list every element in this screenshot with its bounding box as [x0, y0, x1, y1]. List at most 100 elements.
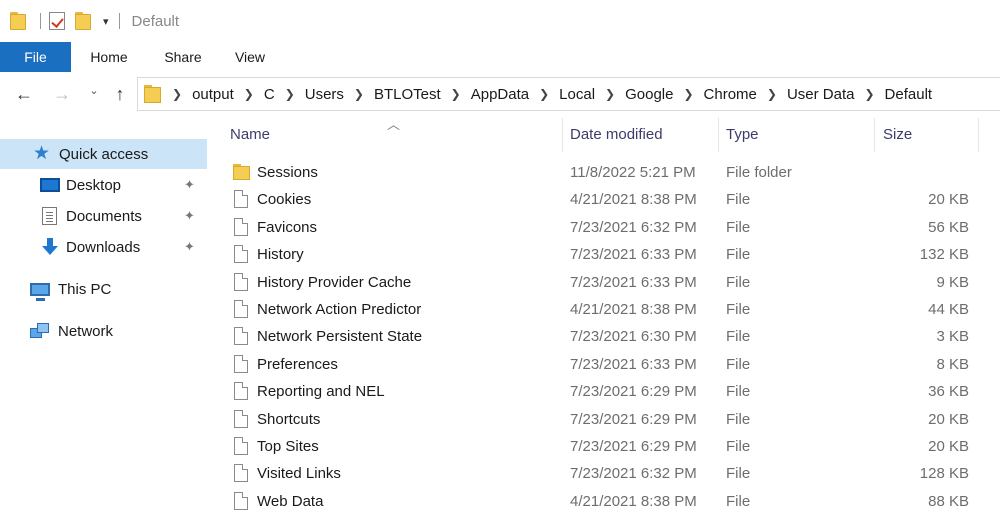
breadcrumb-default[interactable]: Default — [885, 86, 933, 103]
file-size: 3 KB — [936, 328, 969, 346]
sidebar-item-label: Documents — [66, 207, 142, 225]
file-row[interactable]: Web Data 4/21/2021 8:38 PM File 88 KB — [207, 488, 1000, 515]
file-row[interactable]: Preferences 7/23/2021 6:33 PM File 8 KB — [207, 351, 1000, 378]
forward-arrow-icon[interactable]: → — [48, 84, 76, 105]
column-header-date-modified[interactable]: Date modified — [570, 116, 715, 152]
file-row[interactable]: Visited Links 7/23/2021 6:32 PM File 128 KB — [207, 460, 1000, 487]
sidebar-item-quick-access[interactable]: Quick access — [0, 139, 207, 169]
computer-icon — [30, 282, 50, 301]
file-size: 20 KB — [928, 191, 969, 209]
pin-icon[interactable]: ✦ — [184, 177, 195, 193]
breadcrumb-users[interactable]: Users — [305, 86, 344, 103]
file-size — [883, 159, 969, 186]
file-type: File — [726, 465, 751, 483]
file-icon — [232, 186, 250, 213]
file-date-modified: 4/21/2021 8:38 PM — [570, 301, 697, 318]
breadcrumb-appdata[interactable]: AppData — [471, 86, 529, 103]
file-row[interactable]: History Provider Cache 7/23/2021 6:33 PM F… — [207, 269, 1000, 296]
file-icon — [232, 460, 250, 487]
sidebar-item-network[interactable]: Network — [0, 316, 207, 346]
file-size: 20 KB — [928, 438, 969, 455]
address-bar[interactable]: ❯ output ❯ C ❯ Users ❯ BTLOTest ❯ AppDat… — [137, 77, 1000, 111]
breadcrumb-c[interactable]: C — [264, 86, 275, 103]
column-divider[interactable] — [978, 118, 979, 152]
new-folder-icon[interactable] — [75, 12, 93, 30]
file-date-modified: 7/23/2021 6:32 PM — [570, 218, 697, 236]
breadcrumb-chevron-icon[interactable]: ❯ — [539, 87, 549, 101]
ribbon-tabs: File Home Share View — [0, 42, 1000, 72]
tab-share[interactable]: Share — [147, 42, 219, 72]
window-title: Default — [131, 12, 180, 30]
pin-icon[interactable]: ✦ — [184, 239, 195, 255]
file-row[interactable]: Network Action Predictor 4/21/2021 8:38 P… — [207, 296, 1000, 323]
file-icon — [232, 296, 250, 323]
column-header-size[interactable]: Size — [883, 116, 978, 152]
file-icon — [232, 406, 250, 433]
sidebar-item-desktop[interactable]: Desktop ✦ — [0, 170, 207, 200]
customize-toolbar-dropdown-icon[interactable]: ▾ — [103, 15, 109, 28]
pin-icon[interactable]: ✦ — [184, 208, 195, 224]
breadcrumb-chevron-icon[interactable]: ❯ — [683, 87, 693, 101]
file-date-modified: 7/23/2021 6:33 PM — [570, 355, 697, 373]
file-type: File — [726, 355, 751, 373]
file-size: 56 KB — [928, 218, 969, 236]
recent-locations-chevron-icon[interactable]: ⌄ — [86, 84, 102, 97]
file-type: File — [726, 438, 751, 455]
file-row[interactable]: Network Persistent State 7/23/2021 6:30 P… — [207, 323, 1000, 350]
navigation-pane: Quick access Desktop ✦ Documents ✦ Downl… — [0, 116, 207, 526]
tab-home[interactable]: Home — [71, 42, 147, 72]
navigation-bar: ← → ⌄ ↑ ❯ output ❯ C ❯ Users ❯ BTLOTest … — [0, 72, 1000, 116]
breadcrumb-chevron-icon[interactable]: ❯ — [605, 87, 615, 101]
breadcrumb-user-data[interactable]: User Data — [787, 86, 855, 103]
file-name: Cookies — [257, 191, 312, 209]
breadcrumb-chevron-icon[interactable]: ❯ — [172, 87, 182, 101]
folder-icon — [232, 159, 250, 186]
breadcrumb-chevron-icon[interactable]: ❯ — [285, 87, 295, 101]
sidebar-item-documents[interactable]: Documents ✦ — [0, 201, 207, 231]
file-icon — [232, 323, 250, 350]
file-name: History — [257, 246, 304, 264]
file-row[interactable]: History 7/23/2021 6:33 PM File 132 KB — [207, 241, 1000, 268]
file-type: File — [726, 301, 751, 318]
breadcrumb-chevron-icon[interactable]: ❯ — [354, 87, 364, 101]
file-row[interactable]: Favicons 7/23/2021 6:32 PM File 56 KB — [207, 214, 1000, 241]
file-name: Web Data — [257, 492, 324, 510]
file-row[interactable]: Sessions 11/8/2022 5:21 PM File folder — [207, 159, 1000, 186]
column-divider[interactable] — [874, 118, 875, 152]
breadcrumb-output[interactable]: output — [192, 86, 234, 103]
folder-icon[interactable] — [10, 12, 28, 30]
download-arrow-icon — [40, 238, 60, 256]
breadcrumb-btlotest[interactable]: BTLOTest — [374, 86, 441, 103]
file-size: 44 KB — [928, 301, 969, 318]
column-header-name[interactable]: Name — [230, 116, 560, 152]
breadcrumb-chevron-icon[interactable]: ❯ — [244, 87, 254, 101]
sidebar-item-downloads[interactable]: Downloads ✦ — [0, 232, 207, 262]
file-size: 20 KB — [928, 410, 969, 428]
column-divider[interactable] — [562, 118, 563, 152]
back-arrow-icon[interactable]: ← — [10, 84, 38, 105]
tab-file[interactable]: File — [0, 42, 71, 72]
breadcrumb-local[interactable]: Local — [559, 86, 595, 103]
column-header-type[interactable]: Type — [726, 116, 871, 152]
file-date-modified: 7/23/2021 6:30 PM — [570, 328, 697, 346]
file-date-modified: 11/8/2022 5:21 PM — [570, 164, 696, 181]
column-divider[interactable] — [718, 118, 719, 152]
sidebar-item-this-pc[interactable]: This PC — [0, 274, 207, 304]
breadcrumb-google[interactable]: Google — [625, 86, 673, 103]
breadcrumb-chevron-icon[interactable]: ❯ — [767, 87, 777, 101]
documents-icon — [42, 207, 57, 225]
file-icon — [232, 269, 250, 296]
up-arrow-icon[interactable]: ↑ — [106, 84, 134, 105]
breadcrumb-chevron-icon[interactable]: ❯ — [864, 87, 874, 101]
file-row[interactable]: Shortcuts 7/23/2021 6:29 PM File 20 KB — [207, 406, 1000, 433]
breadcrumb-chevron-icon[interactable]: ❯ — [451, 87, 461, 101]
file-date-modified: 4/21/2021 8:38 PM — [570, 492, 697, 510]
breadcrumb-chrome[interactable]: Chrome — [704, 86, 757, 103]
file-row[interactable]: Cookies 4/21/2021 8:38 PM File 20 KB — [207, 186, 1000, 213]
file-icon — [232, 488, 250, 515]
file-row[interactable]: Reporting and NEL 7/23/2021 6:29 PM File 36… — [207, 378, 1000, 405]
properties-check-icon[interactable] — [49, 12, 65, 30]
tab-view[interactable]: View — [219, 42, 281, 72]
title-bar: ▾ Default — [0, 0, 1000, 42]
file-row[interactable]: Top Sites 7/23/2021 6:29 PM File 20 KB — [207, 433, 1000, 460]
